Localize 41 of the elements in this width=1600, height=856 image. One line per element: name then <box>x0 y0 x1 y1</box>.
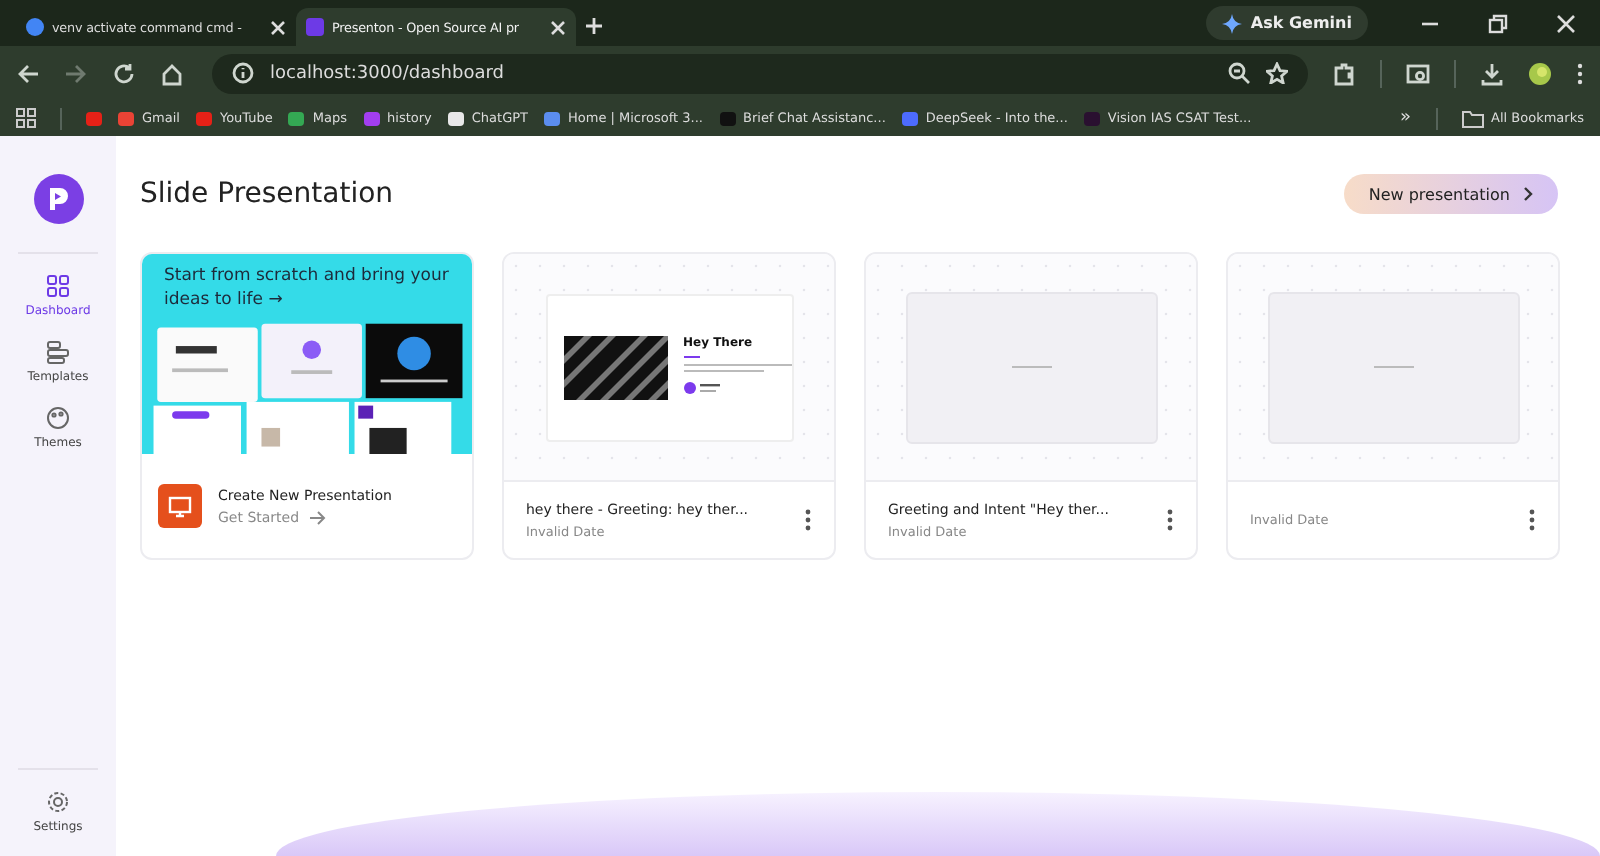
star-icon[interactable] <box>1266 62 1288 84</box>
back-icon[interactable] <box>16 61 40 85</box>
restore-icon[interactable] <box>1488 13 1508 33</box>
address-bar[interactable]: localhost:3000/dashboard <box>212 53 1308 93</box>
screen-search-icon[interactable] <box>1406 61 1430 85</box>
sparkle-icon <box>1222 13 1243 33</box>
close-icon[interactable] <box>270 19 286 35</box>
info-icon[interactable] <box>232 62 254 84</box>
more-options-icon[interactable] <box>1528 508 1536 532</box>
presentation-icon <box>158 484 202 528</box>
placeholder-line <box>1011 365 1051 369</box>
layers-icon <box>45 340 70 364</box>
logo-icon[interactable] <box>33 174 83 224</box>
arrow-icon <box>307 509 326 525</box>
zoom-icon[interactable] <box>1228 62 1250 84</box>
home-icon[interactable] <box>160 61 184 85</box>
apps-icon[interactable] <box>16 108 36 128</box>
forward-icon[interactable] <box>64 61 88 85</box>
more-options-icon[interactable] <box>1166 508 1174 532</box>
avatar-icon[interactable] <box>1528 61 1552 85</box>
puzzle-icon[interactable] <box>1332 61 1356 85</box>
ask-gemini-button[interactable]: Ask Gemini <box>1206 6 1368 40</box>
menu-icon[interactable] <box>1576 61 1584 85</box>
download-icon[interactable] <box>1480 61 1504 85</box>
grid-icon <box>46 274 70 298</box>
more-options-icon[interactable] <box>804 508 812 532</box>
placeholder-line <box>1373 365 1413 369</box>
plus-icon[interactable] <box>584 16 604 36</box>
bookmark-icon[interactable] <box>86 111 102 125</box>
hero-headline: Start from scratch and bring your ideas to life → <box>162 264 451 314</box>
gear-icon <box>45 790 70 814</box>
slide-body-drawing <box>683 355 795 399</box>
reload-icon[interactable] <box>112 61 136 85</box>
more-bookmarks-button[interactable]: » <box>1400 108 1412 128</box>
page-title: Slide Presentation <box>140 178 394 210</box>
folder-icon <box>1461 109 1484 127</box>
close-icon[interactable] <box>1556 13 1576 33</box>
palette-icon <box>45 406 70 430</box>
close-icon[interactable] <box>550 19 566 35</box>
new-presentation-button[interactable]: New presentation <box>1344 174 1558 214</box>
chevron-icon <box>1522 186 1534 202</box>
